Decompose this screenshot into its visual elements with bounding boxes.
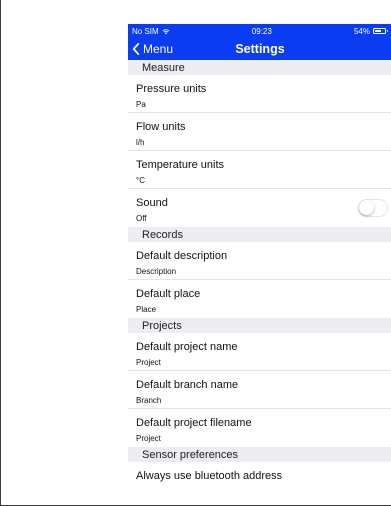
phone-screen: No SIM 09:23 54% Menu Settings Measure P… <box>128 24 391 495</box>
setting-row-pressure-units[interactable]: Pressure units Pa <box>128 75 391 113</box>
back-button-label: Menu <box>143 42 174 56</box>
setting-title: Default branch name <box>136 379 239 391</box>
setting-value: l/h <box>136 138 145 147</box>
window-frame: No SIM 09:23 54% Menu Settings Measure P… <box>0 0 391 506</box>
wifi-icon <box>162 28 170 34</box>
setting-title: Sound <box>136 197 168 209</box>
setting-row-flow-units[interactable]: Flow units l/h <box>128 113 391 151</box>
toggle-knob <box>359 200 374 215</box>
carrier-label: No SIM <box>132 26 159 36</box>
setting-row-default-branch-name[interactable]: Default branch name Branch <box>128 371 391 409</box>
setting-value: Project <box>136 358 161 367</box>
status-bar: No SIM 09:23 54% <box>128 24 391 38</box>
status-left: No SIM <box>132 27 170 36</box>
setting-title: Default place <box>136 288 201 300</box>
setting-value: Place <box>136 305 157 314</box>
setting-title: Default project filename <box>136 417 252 429</box>
battery-fill <box>375 30 381 32</box>
setting-row-default-project-name[interactable]: Default project name Project <box>128 333 391 371</box>
section-header-sensor-preferences: Sensor preferences <box>128 447 391 462</box>
chevron-left-icon <box>132 43 140 55</box>
setting-title: Flow units <box>136 121 186 133</box>
setting-title: Pressure units <box>136 83 207 95</box>
section-header-records: Records <box>128 227 391 242</box>
setting-row-default-place[interactable]: Default place Place <box>128 280 391 318</box>
setting-row-bluetooth-address[interactable]: Always use bluetooth address <box>128 462 391 482</box>
setting-title: Default description <box>136 250 228 262</box>
battery-percent: 54% <box>353 26 370 36</box>
setting-title: Default project name <box>136 341 238 353</box>
section-header-projects: Projects <box>128 318 391 333</box>
setting-row-default-project-filename[interactable]: Default project filename Project <box>128 409 391 447</box>
setting-title: Temperature units <box>136 159 225 171</box>
setting-value: Branch <box>136 396 162 405</box>
clock: 09:23 <box>251 26 272 36</box>
setting-row-temperature-units[interactable]: Temperature units °C <box>128 151 391 189</box>
section-header-measure: Measure <box>128 60 391 75</box>
setting-value: Description <box>136 267 177 276</box>
battery-icon <box>373 28 388 34</box>
back-button[interactable]: Menu <box>128 42 173 56</box>
sound-toggle[interactable] <box>358 199 388 217</box>
setting-value: Pa <box>136 100 146 109</box>
status-right: 54% <box>353 26 388 36</box>
setting-title: Always use bluetooth address <box>136 470 283 482</box>
navigation-bar: Menu Settings <box>128 38 391 60</box>
setting-row-default-description[interactable]: Default description Description <box>128 242 391 280</box>
setting-value: °C <box>136 176 145 185</box>
setting-value: Off <box>136 214 147 223</box>
setting-row-sound: Sound Off <box>128 189 391 227</box>
setting-value: Project <box>136 434 161 443</box>
